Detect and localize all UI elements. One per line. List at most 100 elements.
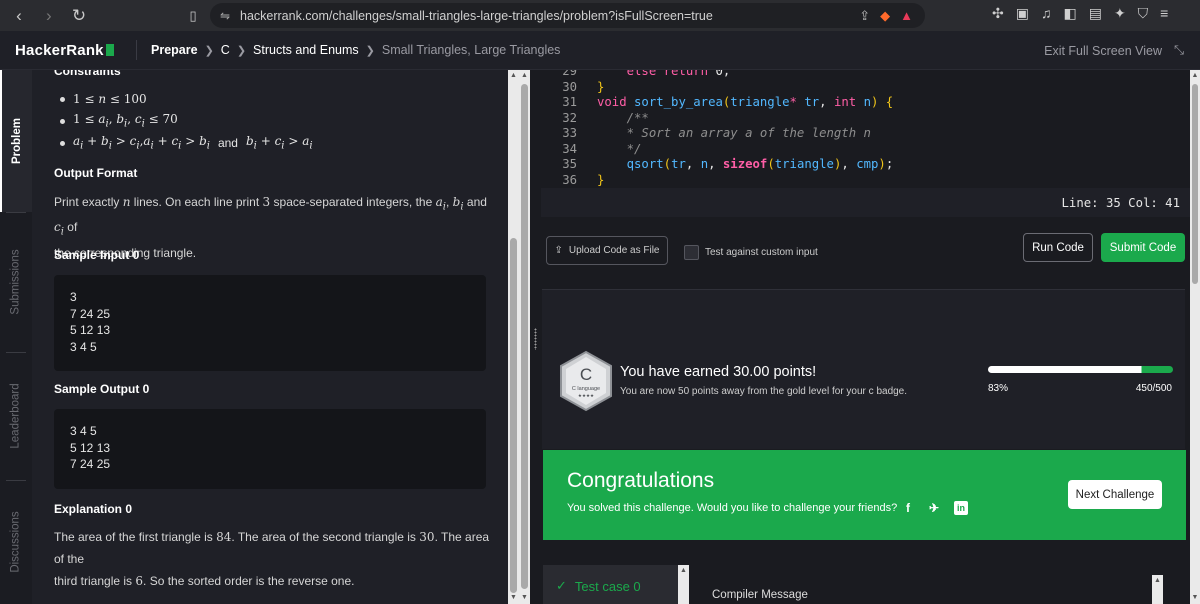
explanation-part: . The area of the second triangle is [231, 530, 416, 544]
sample-input-heading: Sample Input 0 [54, 248, 140, 262]
wallet-icon[interactable]: ▤ [1089, 5, 1102, 22]
brave-shield-icon[interactable]: ◆ [880, 8, 890, 24]
bookmark-icon[interactable]: ▯ [186, 8, 200, 24]
brave-rewards-icon[interactable]: ▲ [900, 8, 913, 24]
badge-name: C language [572, 386, 600, 392]
code-line: 36} [541, 173, 604, 189]
code-line: 30} [541, 80, 604, 96]
constraint-item: 1 ≤ n ≤ 100 [60, 88, 494, 110]
drag-handle-icon[interactable] [534, 328, 537, 350]
sidebar-icon[interactable]: ◧ [1063, 5, 1076, 22]
area-value: 84 [216, 530, 232, 544]
tab-submissions[interactable]: Submissions [0, 212, 32, 352]
scroll-thumb[interactable] [510, 238, 517, 593]
line-number: 35 [562, 157, 577, 171]
sample-input-line: 7 24 25 [70, 306, 111, 321]
screenshot-icon[interactable]: ▣ [1016, 5, 1029, 22]
line-number: 32 [562, 110, 577, 125]
custom-input-toggle[interactable]: Test against custom input [684, 245, 818, 260]
scroll-down-icon[interactable]: ▼ [508, 592, 519, 604]
crumb-current: Small Triangles, Large Triangles [381, 43, 561, 57]
line-number: 34 [562, 141, 577, 156]
check-circle-icon: ✓ [556, 578, 567, 593]
output-format-heading: Output Format [54, 166, 138, 180]
forward-icon[interactable]: › [42, 6, 56, 26]
test-case-scrollbar[interactable]: ▲ [678, 565, 689, 604]
reload-icon[interactable]: ↻ [72, 6, 86, 26]
problem-statement: Constraints 1 ≤ n ≤ 100 1 ≤ ai, bi, ci ≤… [32, 70, 508, 604]
test-case-0[interactable]: ✓ Test case 0 [556, 578, 641, 594]
scroll-thumb[interactable] [1192, 84, 1198, 284]
sample-input-line: 3 4 5 [70, 339, 97, 354]
upload-label: Upload Code as File [568, 245, 660, 256]
constraints-list: 1 ≤ n ≤ 100 1 ≤ ai, bi, ci ≤ 70 ai + bi … [60, 88, 494, 154]
twitter-icon[interactable]: ✈ [927, 501, 941, 515]
breadcrumb: Prepare ❯ C ❯ Structs and Enums ❯ Small … [136, 40, 560, 60]
site-settings-icon[interactable]: ⇋ [210, 9, 240, 23]
run-code-button[interactable]: Run Code [1023, 233, 1093, 262]
c-badge-icon: C C language ★★★★ [560, 350, 612, 412]
line-number: 36 [562, 172, 577, 187]
crumb-structs[interactable]: Structs and Enums [253, 43, 359, 57]
next-challenge-button[interactable]: Next Challenge [1068, 480, 1162, 509]
vpn-icon[interactable]: ⛉ [1138, 5, 1149, 22]
constraints-heading: Constraints [54, 70, 121, 78]
problem-scrollbar[interactable]: ▲ ▼ [508, 70, 519, 604]
submit-code-button[interactable]: Submit Code [1101, 233, 1185, 262]
scroll-up-icon[interactable]: ▲ [1190, 70, 1200, 82]
scroll-up-icon[interactable]: ▲ [1152, 575, 1163, 587]
extensions-icon[interactable]: ✣ [992, 5, 1004, 22]
sample-output-heading: Sample Output 0 [54, 382, 150, 396]
linkedin-icon[interactable]: in [954, 501, 968, 515]
tab-leaderboard-label: Leaderboard [10, 383, 23, 449]
output-text: Print exactly [54, 195, 120, 209]
scroll-down-icon[interactable]: ▼ [1190, 592, 1200, 604]
chevron-right-icon: ❯ [236, 44, 247, 57]
cursor-position: Line: 35 Col: 41 [541, 188, 1190, 217]
panel-resizer[interactable] [530, 70, 541, 604]
share-icon[interactable]: ⇪ [859, 8, 870, 24]
exit-fullscreen-button[interactable]: Exit Full Screen View ⤡ [1044, 43, 1184, 58]
back-icon[interactable]: ‹ [12, 6, 26, 26]
crumb-c[interactable]: C [221, 43, 230, 57]
sample-output-box: 3 4 5 5 12 13 7 24 25 [54, 409, 486, 489]
problem-scrollbar-outer[interactable]: ▲ ▼ [519, 70, 530, 604]
custom-input-checkbox[interactable] [684, 245, 699, 260]
output-text: of [67, 220, 78, 235]
address-bar[interactable]: ⇋ hackerrank.com/challenges/small-triang… [210, 3, 925, 28]
area-value: 6 [135, 574, 144, 588]
explanation-part: . So the sorted order is the reverse one… [143, 574, 355, 588]
congratulations-banner: Congratulations You solved this challeng… [543, 450, 1186, 540]
upload-code-button[interactable]: ⇪ Upload Code as File [546, 236, 668, 265]
right-scrollbar[interactable]: ▲ ▼ [1190, 70, 1200, 604]
explanation-text: The area of the first triangle is 84. Th… [54, 526, 494, 592]
action-bar: ⇪ Upload Code as File Test against custom… [541, 217, 1190, 287]
facebook-icon[interactable]: f [901, 501, 915, 515]
crumb-prepare[interactable]: Prepare [151, 43, 198, 57]
line-number: 29 [562, 70, 577, 78]
compiler-scrollbar[interactable]: ▲ [1152, 575, 1163, 604]
code-line: 31 void sort_by_area(triangle* tr, int n)… [541, 95, 893, 111]
scroll-up-icon[interactable]: ▲ [508, 70, 519, 82]
test-case-list: ✓ Test case 0 [543, 565, 689, 604]
scroll-thumb[interactable] [521, 84, 528, 589]
code-editor[interactable]: 29 else return 0; 30} 31 void sort_by_are… [541, 70, 1200, 188]
badge-letter: C [580, 365, 592, 384]
scroll-up-icon[interactable]: ▲ [519, 70, 530, 82]
music-icon[interactable]: ♫ [1041, 5, 1052, 22]
code-line: 29 else return 0; [541, 70, 730, 80]
points-panel: C C language ★★★★ You have earned 30.00 … [542, 289, 1185, 449]
hackerrank-logo[interactable]: HackerRank [0, 42, 136, 59]
menu-icon[interactable]: ≡ [1160, 5, 1168, 22]
collapse-icon: ⤡ [1173, 43, 1184, 57]
leo-icon[interactable]: ✦ [1114, 5, 1126, 22]
scroll-up-icon[interactable]: ▲ [678, 565, 689, 577]
tab-leaderboard[interactable]: Leaderboard [0, 352, 32, 480]
line-number: 31 [562, 95, 577, 109]
scroll-down-icon[interactable]: ▼ [519, 592, 530, 604]
url-text[interactable]: hackerrank.com/challenges/small-triangle… [240, 9, 859, 23]
tab-submissions-label: Submissions [10, 249, 23, 315]
tab-discussions[interactable]: Discussions [0, 480, 32, 604]
tab-problem[interactable]: Problem [0, 70, 32, 212]
code-line: 32 /** [541, 111, 649, 127]
